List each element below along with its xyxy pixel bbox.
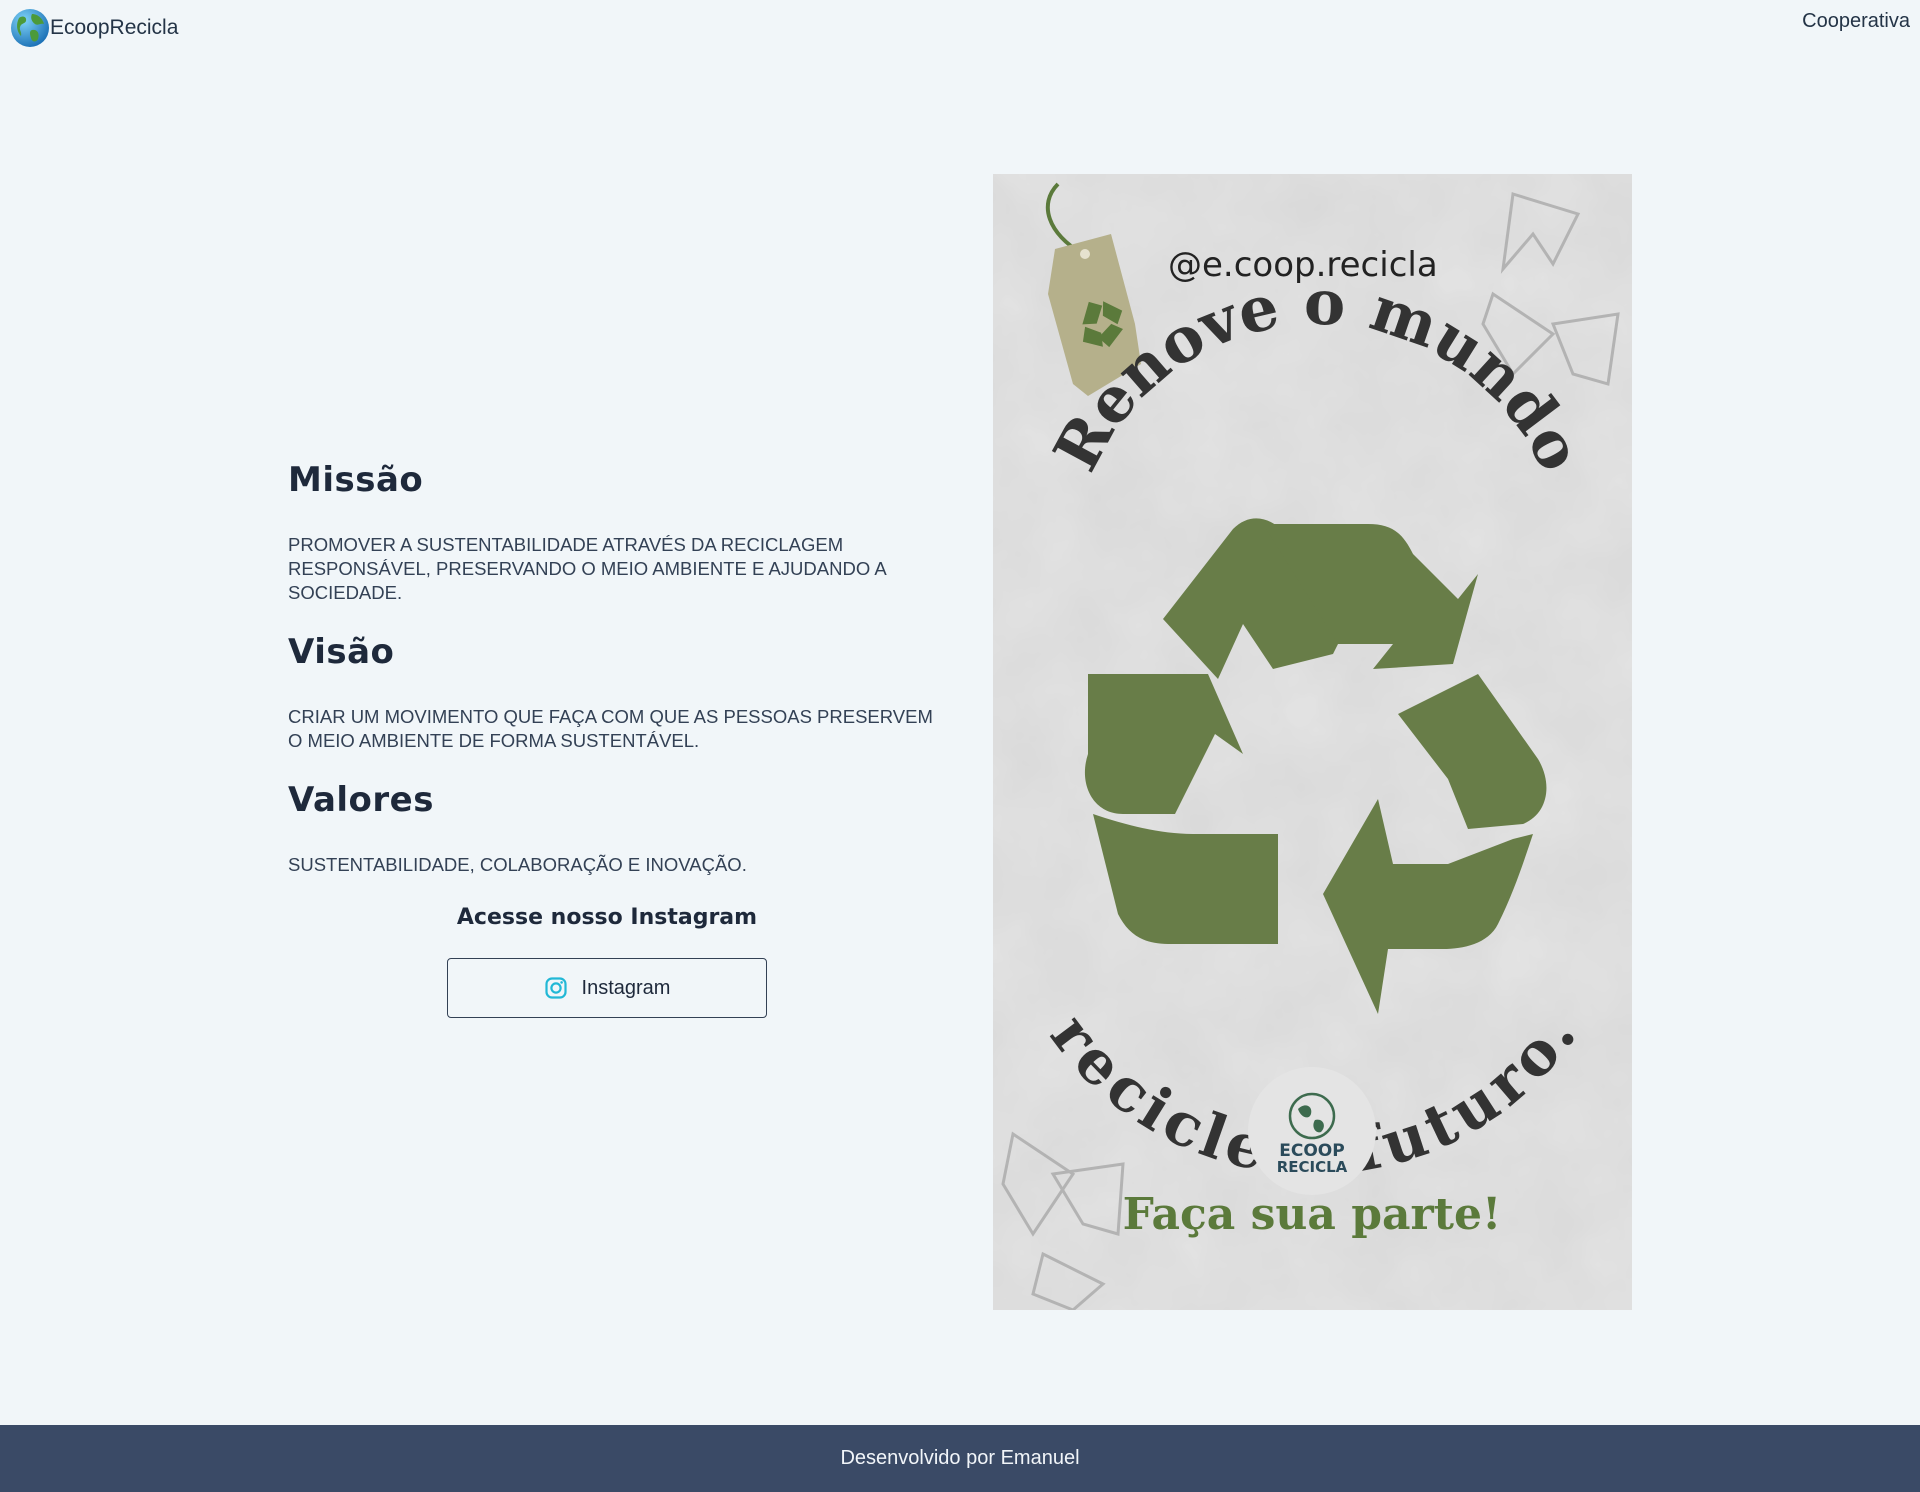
instagram-button[interactable]: Instagram [447, 958, 767, 1018]
instagram-icon [544, 977, 567, 999]
brand-link[interactable]: EcoopRecicla [10, 8, 178, 48]
visao-heading: Visão [288, 632, 395, 672]
poster-logo-line2: RECICLA [1277, 1158, 1348, 1176]
site-footer: Desenvolvido por Emanuel [0, 1425, 1920, 1492]
footer-text: Desenvolvido por Emanuel [840, 1447, 1080, 1469]
missao-heading: Missão [288, 460, 424, 500]
valores-text: SUSTENTABILIDADE, COLABORAÇÃO E INOVAÇÃO… [288, 854, 747, 875]
nav-link-cooperativa[interactable]: Cooperativa [1802, 10, 1910, 33]
site-header: EcoopRecicla Cooperativa [0, 0, 1920, 56]
poster-logo: ECOOP RECICLA [1248, 1067, 1376, 1195]
instagram-button-label: Instagram [581, 976, 671, 999]
poster-artwork: Renove o mundo recicle o futuro. @e.coop… [993, 174, 1632, 1310]
poster-image: Renove o mundo recicle o futuro. @e.coop… [993, 174, 1632, 1310]
visao-text: CRIAR UM MOVIMENTO QUE FAÇA COM QUE AS P… [288, 706, 933, 751]
globe-icon [11, 9, 49, 47]
valores-heading: Valores [288, 780, 434, 820]
brand-name: EcoopRecicla [50, 16, 179, 39]
poster-call-to-action: Faça sua parte! [1123, 1189, 1502, 1240]
missao-text: PROMOVER A SUSTENTABILIDADE ATRAVÉS DA R… [288, 534, 886, 603]
instagram-heading: Acesse nosso Instagram [456, 905, 758, 930]
poster-handle: @e.coop.recicla [1168, 245, 1438, 285]
